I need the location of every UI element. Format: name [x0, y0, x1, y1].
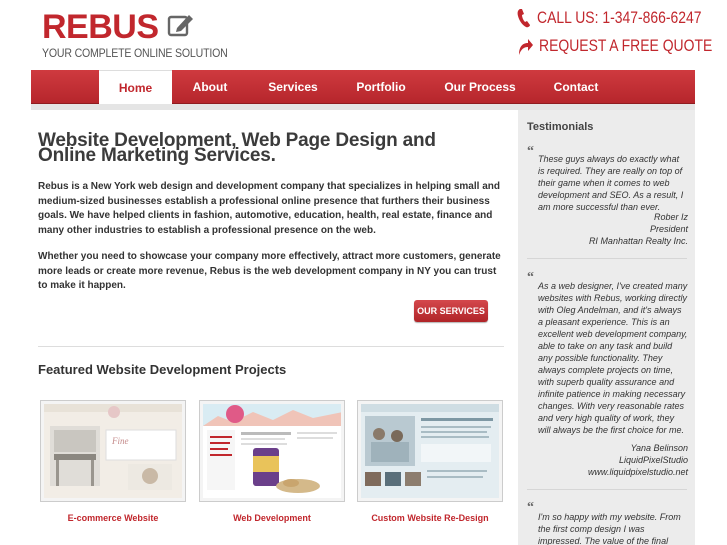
project-thumbnail-ecommerce[interactable]: Fine	[40, 400, 186, 502]
nav-our-process[interactable]: Our Process	[435, 70, 525, 104]
testimonial-author-name: Rober Iz	[653, 212, 688, 222]
redesign-screenshot	[361, 404, 499, 498]
nav-contact[interactable]: Contact	[543, 70, 609, 104]
call-us[interactable]: CALL US: 1-347-866-6247	[517, 8, 727, 28]
nav-about[interactable]: About	[181, 70, 239, 104]
testimonial-author-title: President	[649, 224, 688, 234]
quote-icon: “	[527, 270, 534, 285]
request-quote-link[interactable]: REQUEST A FREE QUOTE	[517, 36, 727, 56]
web-development-screenshot	[203, 404, 341, 498]
arrow-icon	[519, 39, 533, 55]
project-caption-web-development[interactable]: Web Development	[199, 513, 345, 523]
phone-number: CALL US: 1-347-866-6247	[537, 8, 702, 27]
quote-icon: “	[527, 144, 534, 159]
request-quote-label: REQUEST A FREE QUOTE	[539, 36, 713, 55]
main-nav: Home About Services Portfolio Our Proces…	[31, 70, 695, 104]
section-divider	[38, 346, 504, 347]
nav-portfolio[interactable]: Portfolio	[345, 70, 417, 104]
testimonial-separator	[527, 258, 687, 259]
svg-text:Fine: Fine	[111, 436, 129, 446]
logo-tagline: YOUR COMPLETE ONLINE SOLUTION	[42, 46, 228, 60]
project-caption-redesign[interactable]: Custom Website Re-Design	[357, 513, 503, 523]
testimonials-title: Testimonials	[527, 121, 594, 133]
nav-services[interactable]: Services	[257, 70, 329, 104]
phone-icon	[517, 9, 530, 28]
testimonial-author-company: LiquidPixelStudio	[618, 455, 688, 465]
nav-home[interactable]: Home	[99, 70, 172, 104]
testimonial-text: I'm so happy with my website. From the f…	[538, 512, 681, 545]
logo[interactable]: REBUS YOUR COMPLETE ONLINE SOLUTION	[42, 8, 253, 60]
page-headline: Website Development, Web Page Design and…	[38, 130, 436, 166]
testimonial-separator	[527, 489, 687, 490]
project-thumbnail-redesign[interactable]	[357, 400, 503, 502]
testimonial-author-website[interactable]: www.liquidpixelstudio.net	[538, 466, 688, 478]
ecommerce-screenshot: Fine	[44, 404, 182, 498]
testimonial-text: These guys always do exactly what is req…	[538, 154, 684, 212]
featured-projects-title: Featured Website Development Projects	[38, 362, 287, 377]
quote-icon: “	[527, 500, 534, 515]
our-services-button[interactable]: OUR SERVICES	[414, 300, 488, 322]
logo-name: REBUS	[42, 8, 159, 46]
testimonial-author-name: Yana Belinson	[630, 443, 688, 453]
testimonial-text: As a web designer, I've created many web…	[538, 281, 688, 435]
pencil-icon	[167, 11, 195, 44]
intro-paragraph: Rebus is a New York web design and devel…	[38, 181, 500, 236]
second-paragraph: Whether you need to showcase your compan…	[38, 251, 501, 291]
project-caption-ecommerce[interactable]: E-commerce Website	[40, 513, 186, 523]
project-thumbnail-web-development[interactable]	[199, 400, 345, 502]
site-header: REBUS YOUR COMPLETE ONLINE SOLUTION CALL…	[0, 0, 727, 70]
testimonial-author-company: RI Manhattan Realty Inc.	[588, 236, 688, 246]
